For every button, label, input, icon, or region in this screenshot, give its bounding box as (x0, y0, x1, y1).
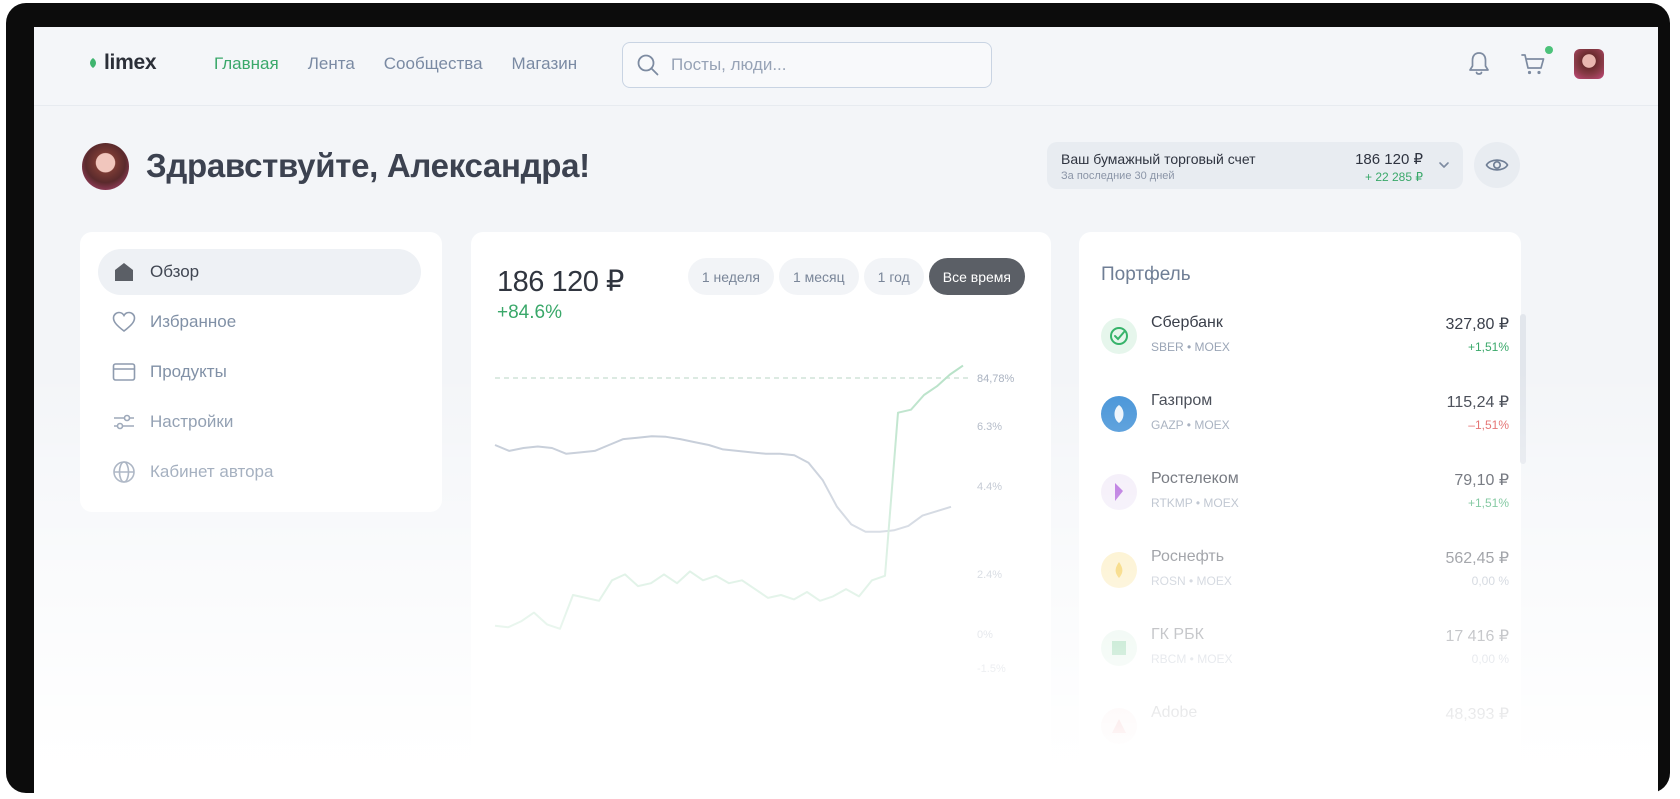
stock-change: 0,00 % (1471, 652, 1509, 666)
search-box (622, 42, 992, 88)
portfolio-title: Портфель (1101, 264, 1191, 285)
stock-ticker: GAZP • MOEX (1151, 418, 1230, 432)
stock-name: Adobe (1151, 704, 1198, 721)
stock-change: +1,51% (1467, 496, 1509, 510)
account-delta: + 22 285 ₽ (1364, 170, 1423, 184)
portfolio-scrollbar[interactable] (1520, 314, 1526, 464)
stock-name: Сбербанк (1151, 314, 1223, 331)
sidebar-item-label: Кабинет автора (150, 462, 274, 481)
stock-name: Ростелеком (1151, 470, 1239, 487)
card-icon (112, 360, 136, 384)
search-input[interactable] (669, 54, 973, 76)
stock-price: 562,45 ₽ (1445, 550, 1509, 567)
rbc-logo-icon (1101, 630, 1137, 666)
period-year-button[interactable]: 1 год (863, 258, 924, 295)
device-frame: limex Главная Лента Сообщества Магазин П… (6, 3, 1670, 799)
portfolio-card: Портфель Сбербанк SBER • MOEX 327,80 ₽ +1,5… (1079, 232, 1521, 772)
paper-account-selector[interactable]: Ваш бумажный торговый счет За последние … (1047, 142, 1463, 189)
nav-item-feed[interactable]: Лента (308, 54, 355, 74)
portfolio-row[interactable]: Ростелеком RTKMP • MOEX 79,10 ₽ +1,51% (1101, 464, 1509, 530)
sidebar-item-settings[interactable]: Настройки (98, 399, 421, 445)
cart-notification-dot (1545, 46, 1553, 54)
portfolio-row[interactable]: Сбербанк SBER • MOEX 327,80 ₽ +1,51% (1101, 308, 1509, 374)
logo[interactable]: limex (88, 51, 157, 75)
stock-name: Роснефть (1151, 548, 1225, 565)
sidebar-item-overview[interactable]: Обзор (98, 249, 421, 295)
top-header: limex Главная Лента Сообщества Магазин (34, 27, 1658, 106)
period-month-button[interactable]: 1 месяц (778, 258, 859, 295)
y-tick-label: 0% (977, 629, 993, 641)
series-line-0 (494, 435, 952, 533)
period-all-time-button[interactable]: Все время (928, 258, 1025, 295)
user-avatar[interactable] (1574, 49, 1604, 79)
stock-ticker: RBCM • MOEX (1151, 652, 1233, 666)
portfolio-change: +84.6% (497, 302, 562, 323)
greeting-title: Здравствуйте, Александра! (146, 147, 590, 184)
stock-name: ГК РБК (1151, 626, 1204, 643)
search-icon (637, 54, 659, 76)
stock-change: –1,51% (1468, 418, 1509, 432)
stock-ticker: RTKMP • MOEX (1151, 496, 1239, 510)
series-line-1 (494, 364, 964, 630)
cart-icon[interactable] (1520, 51, 1546, 77)
stock-price: 17 416 ₽ (1445, 628, 1509, 645)
logo-text: limex (104, 51, 157, 74)
nav-item-shop[interactable]: Магазин (512, 54, 578, 74)
eye-icon (1485, 159, 1509, 171)
stock-ticker: ROSN • MOEX (1151, 574, 1232, 588)
nav-item-communities[interactable]: Сообщества (384, 54, 483, 74)
app-screen: limex Главная Лента Сообщества Магазин П… (34, 27, 1658, 799)
stock-price: 79,10 ₽ (1454, 472, 1509, 489)
y-tick-label: 6.3% (977, 421, 1002, 433)
gazprom-logo-icon (1101, 396, 1137, 432)
leaf-icon (90, 58, 96, 68)
adobe-logo-icon (1101, 708, 1137, 744)
sidebar-item-label: Избранное (150, 312, 237, 331)
sidebar-item-label: Продукты (150, 362, 227, 381)
sidebar-item-favorites[interactable]: Избранное (98, 299, 421, 345)
period-selector: 1 неделя 1 месяц 1 год Все время (687, 258, 1025, 295)
sber-logo-icon (1101, 318, 1137, 354)
account-title: Ваш бумажный торговый счет (1061, 151, 1256, 167)
y-tick-label: 84,78% (977, 373, 1015, 385)
portfolio-row[interactable]: Роснефть ROSN • MOEX 562,45 ₽ 0,00 % (1101, 542, 1509, 608)
globe-icon (112, 460, 136, 484)
profile-avatar (82, 143, 129, 190)
portfolio-row[interactable]: Adobe 48,393 ₽ (1101, 698, 1509, 764)
performance-line-chart: 84,78% 6.3% 4.4% 2.4% 0% -1.5% (494, 364, 1015, 675)
sidebar-item-label: Обзор (150, 262, 200, 281)
period-week-button[interactable]: 1 неделя (687, 258, 774, 295)
stock-price: 327,80 ₽ (1445, 316, 1509, 333)
account-balance: 186 120 ₽ (1355, 151, 1423, 168)
sidebar-item-label: Настройки (150, 412, 234, 431)
rosneft-logo-icon (1101, 552, 1137, 588)
portfolio-balance: 186 120 ₽ (497, 266, 624, 298)
stock-name: Газпром (1151, 392, 1213, 409)
stock-ticker: SBER • MOEX (1151, 340, 1230, 354)
sidebar-item-author-cabinet[interactable]: Кабинет автора (98, 449, 421, 495)
rostelecom-logo-icon (1101, 474, 1137, 510)
stock-change: 0,00 % (1471, 574, 1509, 588)
stock-price: 48,393 ₽ (1445, 706, 1509, 723)
y-tick-label: 2.4% (977, 569, 1002, 581)
portfolio-chart-card: 186 120 ₽ +84.6% 1 неделя 1 месяц 1 год … (471, 232, 1051, 772)
sidebar-menu: Обзор Избранное Продукты Настройки Кабин… (80, 232, 442, 512)
stock-price: 115,24 ₽ (1446, 394, 1509, 411)
portfolio-row[interactable]: Газпром GAZP • MOEX 115,24 ₽ –1,51% (1101, 386, 1509, 452)
bell-icon[interactable] (1467, 51, 1491, 77)
sidebar-item-products[interactable]: Продукты (98, 349, 421, 395)
y-tick-label: -1.5% (977, 663, 1006, 675)
sliders-icon (112, 410, 136, 434)
chevron-down-icon (1439, 162, 1449, 168)
portfolio-row[interactable]: ГК РБК RBCM • MOEX 17 416 ₽ 0,00 % (1101, 620, 1509, 686)
toggle-visibility-button[interactable] (1474, 142, 1520, 188)
account-period: За последние 30 дней (1061, 170, 1175, 182)
main-nav: Главная Лента Сообщества Магазин (214, 54, 577, 74)
stock-change: +1,51% (1467, 340, 1509, 354)
home-icon (112, 260, 136, 284)
nav-item-home[interactable]: Главная (214, 54, 279, 74)
y-tick-label: 4.4% (977, 481, 1002, 493)
heart-icon (112, 310, 136, 334)
